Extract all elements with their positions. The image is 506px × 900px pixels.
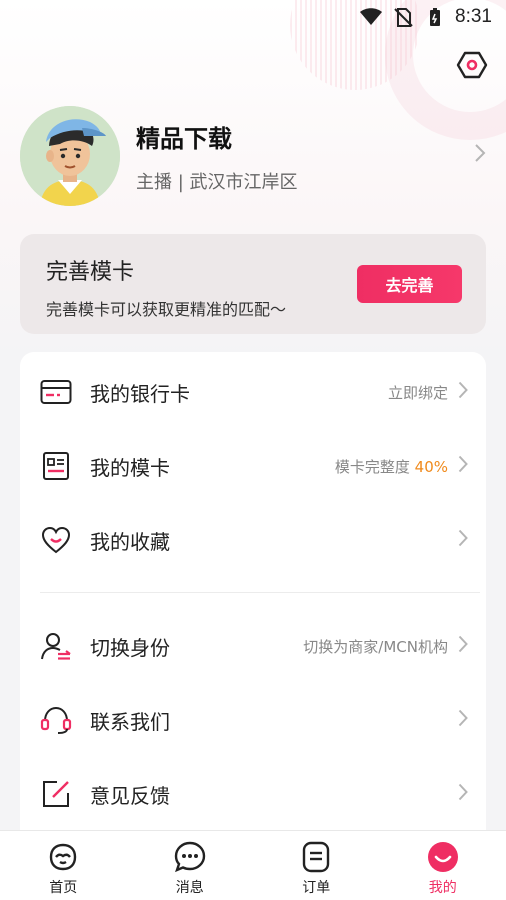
complete-button[interactable]: 去完善 xyxy=(357,265,462,303)
heart-icon xyxy=(40,524,72,556)
menu-item-model-card[interactable]: 我的模卡 模卡完整度 40% xyxy=(20,430,486,502)
model-card-icon xyxy=(40,450,72,482)
profile-info: 精品下载 主播 | 武汉市江岸区 xyxy=(136,119,474,194)
chevron-right-icon xyxy=(458,783,468,805)
settings-hexagon-icon xyxy=(456,51,488,79)
menu-label: 意见反馈 xyxy=(90,783,170,808)
menu-card: 我的银行卡 立即绑定 我的模卡 模卡完整度 40% 我的收藏 切换身份 切换为商… xyxy=(20,352,486,852)
profile-name: 精品下载 xyxy=(136,124,232,153)
menu-item-favorites[interactable]: 我的收藏 xyxy=(20,504,486,576)
menu-label: 我的收藏 xyxy=(90,529,170,554)
menu-label: 切换身份 xyxy=(90,635,170,660)
profile-smile-icon xyxy=(427,842,458,872)
battery-icon xyxy=(430,8,441,26)
nav-label: 消息 xyxy=(175,880,204,896)
nav-item-messages[interactable]: 消息 xyxy=(127,831,254,900)
headset-icon xyxy=(40,704,72,736)
settings-button[interactable] xyxy=(455,48,489,82)
menu-hint: 切换为商家/MCN机构 xyxy=(303,637,448,656)
bank-card-icon xyxy=(40,376,72,408)
chevron-right-icon xyxy=(458,381,468,403)
feedback-edit-icon xyxy=(40,778,72,810)
menu-label: 我的模卡 xyxy=(90,455,170,480)
chevron-right-icon xyxy=(458,635,468,657)
status-bar: 8:31 xyxy=(0,0,506,34)
menu-item-switch-identity[interactable]: 切换身份 切换为商家/MCN机构 xyxy=(20,610,486,682)
avatar[interactable] xyxy=(20,106,120,206)
nav-item-orders[interactable]: 订单 xyxy=(253,831,380,900)
menu-divider xyxy=(40,592,480,593)
wifi-icon xyxy=(360,8,383,25)
profile-header[interactable]: 精品下载 主播 | 武汉市江岸区 xyxy=(20,106,486,206)
completeness-value: 40% xyxy=(414,457,448,476)
profile-subtitle: 主播 | 武汉市江岸区 xyxy=(136,171,298,193)
menu-item-bank-card[interactable]: 我的银行卡 立即绑定 xyxy=(20,356,486,428)
menu-label: 联系我们 xyxy=(90,709,170,734)
chevron-right-icon xyxy=(458,709,468,731)
chevron-right-icon xyxy=(474,143,486,169)
chevron-right-icon xyxy=(458,455,468,477)
message-bubble-icon xyxy=(174,841,205,873)
chevron-right-icon xyxy=(458,529,468,551)
menu-item-feedback[interactable]: 意见反馈 xyxy=(20,758,486,830)
menu-item-contact-us[interactable]: 联系我们 xyxy=(20,684,486,756)
order-list-icon xyxy=(303,841,330,873)
nav-label: 订单 xyxy=(302,880,331,896)
completeness-label: 模卡完整度 xyxy=(334,457,410,476)
menu-label: 我的银行卡 xyxy=(90,381,190,406)
complete-card-prompt: 完善模卡 完善模卡可以获取更精准的匹配～ 去完善 xyxy=(20,234,486,334)
menu-hint: 立即绑定 xyxy=(387,383,448,402)
no-sim-icon xyxy=(394,8,413,27)
avatar-illustration xyxy=(20,106,120,206)
profile-screen: 8:31 精品下载 主播 | 武汉市江岸区 完善模卡 完善模卡可以获取更精准的匹… xyxy=(0,0,506,900)
nav-label: 我的 xyxy=(428,880,457,896)
nav-label: 首页 xyxy=(49,880,78,896)
bottom-navigation: 首页 消息 订单 我的 xyxy=(0,830,506,900)
nav-item-mine[interactable]: 我的 xyxy=(380,831,506,900)
menu-hint: 模卡完整度 40% xyxy=(335,456,448,477)
status-time: 8:31 xyxy=(455,6,492,27)
nav-item-home[interactable]: 首页 xyxy=(0,831,127,900)
home-face-icon xyxy=(50,843,77,871)
switch-identity-icon xyxy=(40,630,72,662)
